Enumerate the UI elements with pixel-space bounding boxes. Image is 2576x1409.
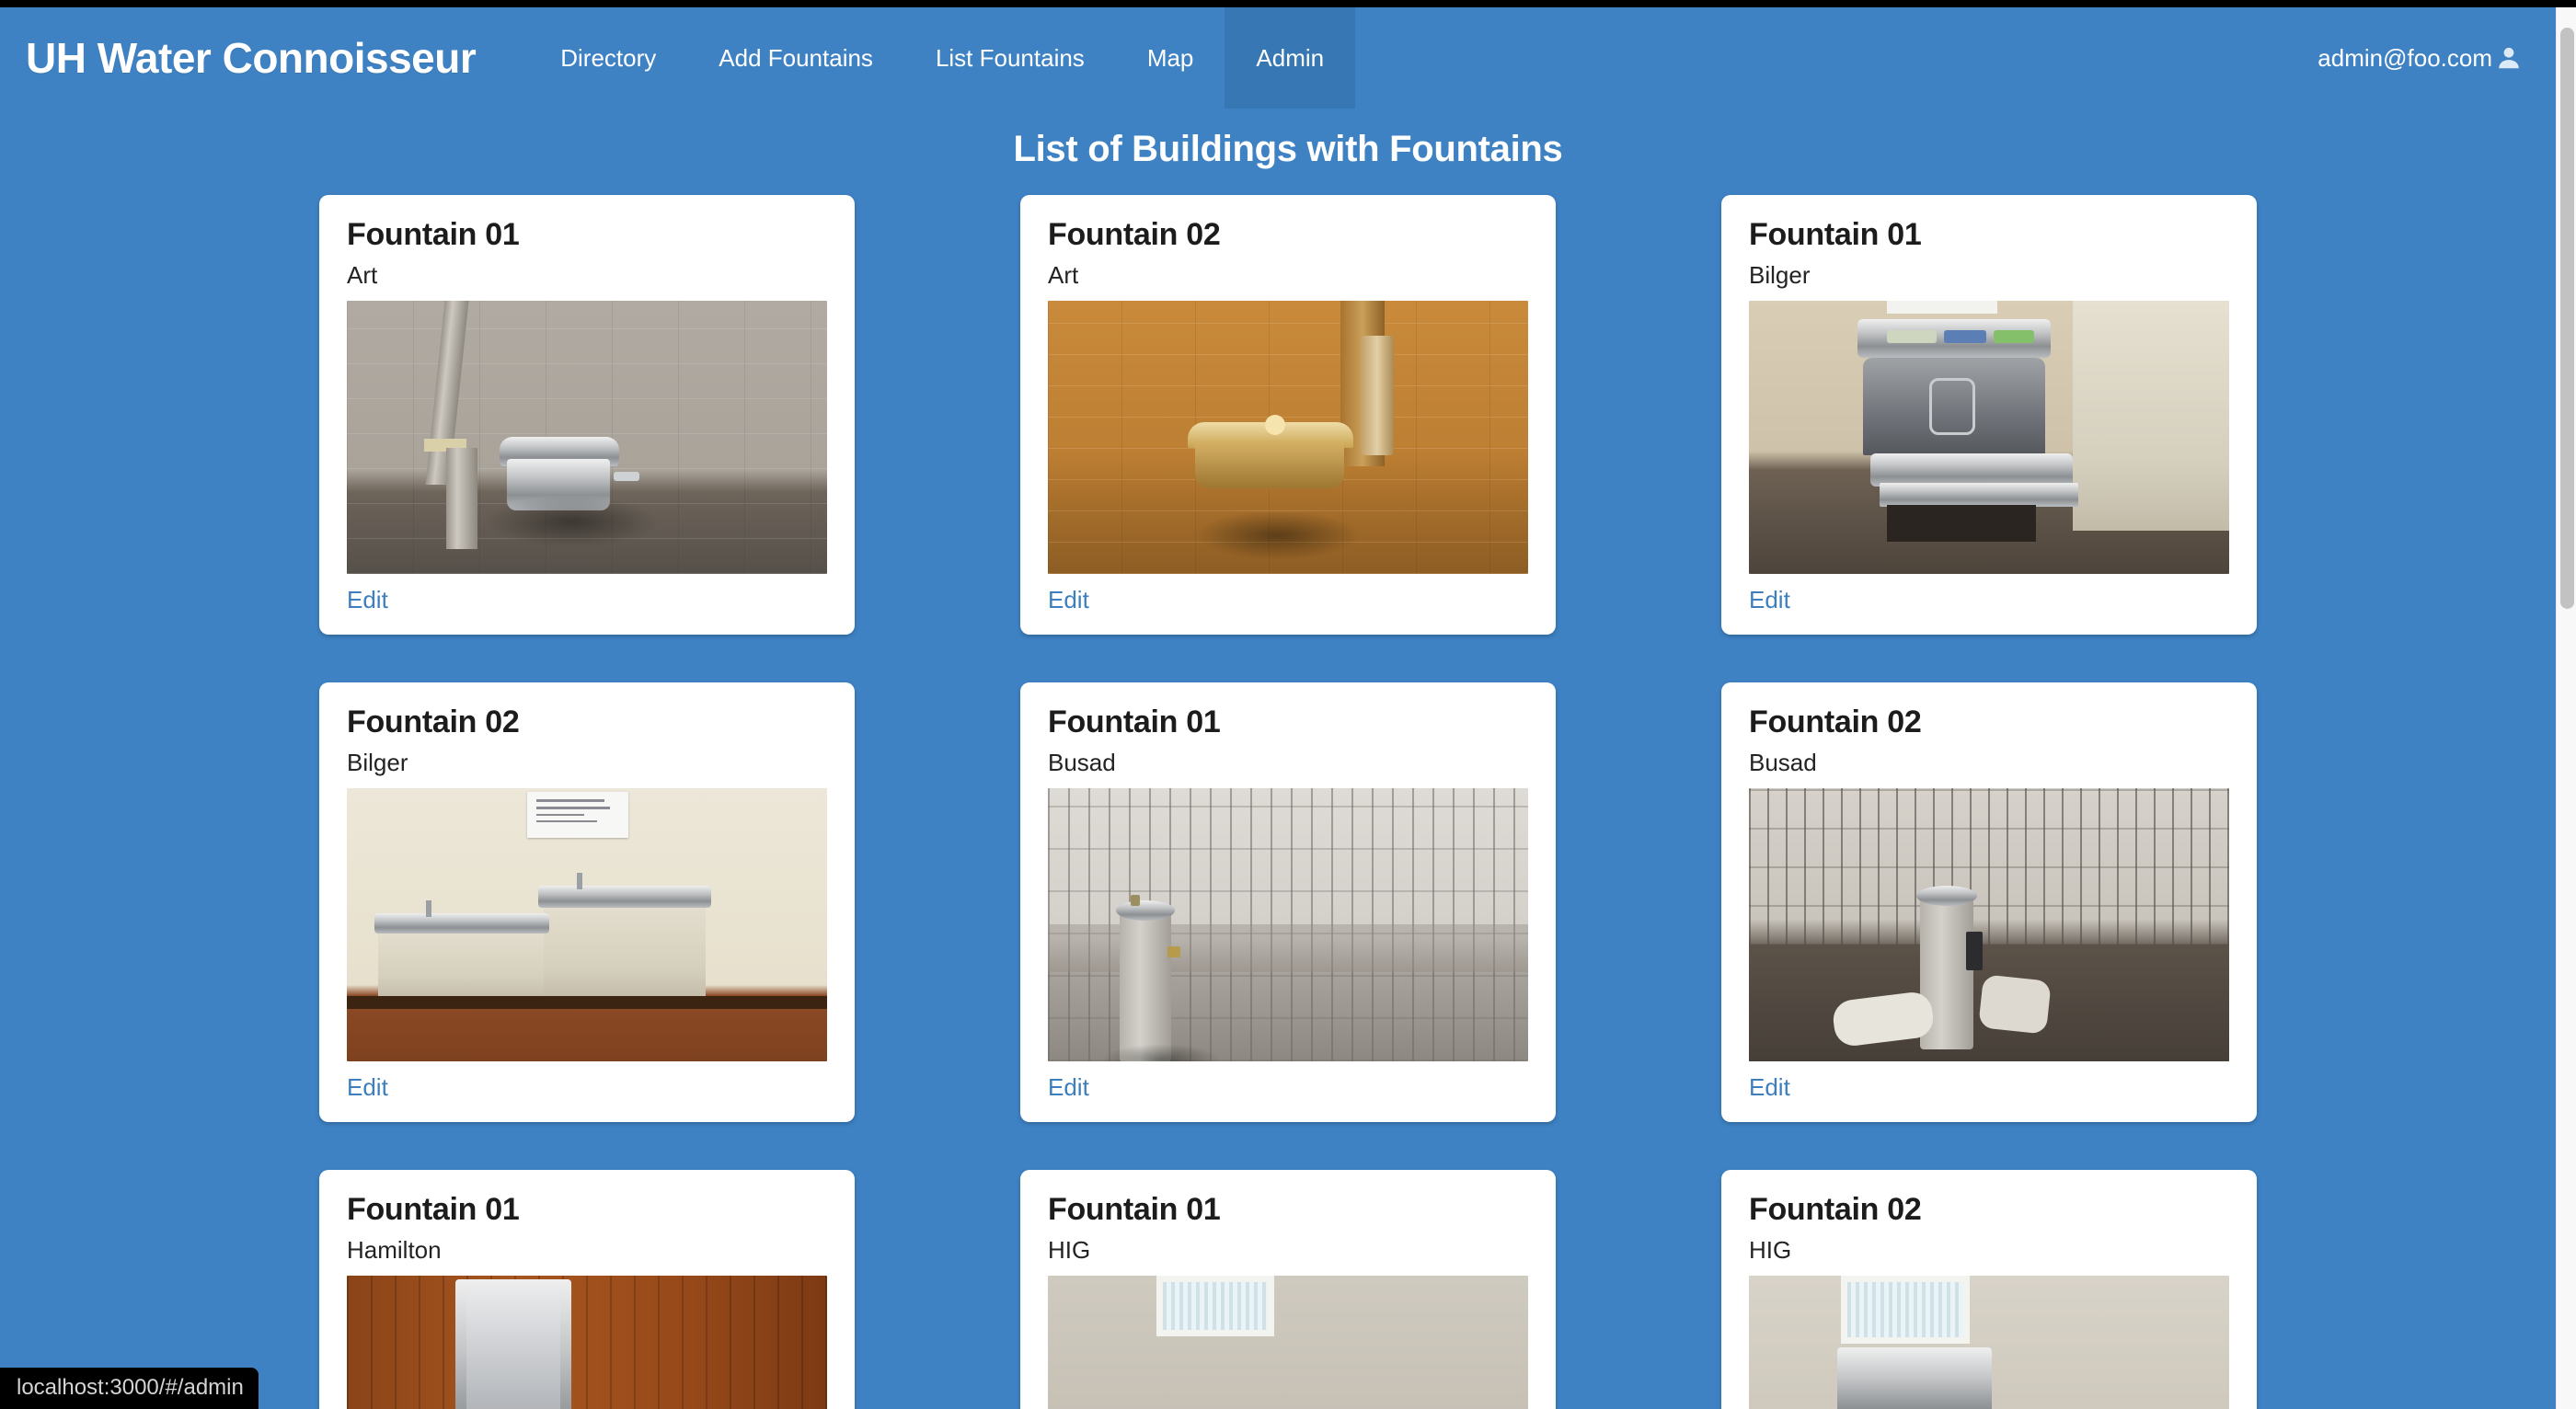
card-title: Fountain 02: [347, 704, 520, 739]
fountain-photo: [347, 1276, 827, 1409]
fountain-card[interactable]: Fountain 02 Art Edit: [1020, 195, 1556, 635]
card-building: Art: [347, 261, 378, 290]
edit-link[interactable]: Edit: [1048, 586, 1089, 614]
nav-link-add-fountains[interactable]: Add Fountains: [687, 7, 904, 109]
card-title: Fountain 01: [1048, 704, 1221, 739]
edit-link[interactable]: Edit: [1048, 1073, 1089, 1102]
fountain-card-grid: Fountain 01 Art Edit Fountain 02 Art Edi…: [285, 170, 2291, 1409]
fountain-photo: [1749, 1276, 2229, 1409]
app-brand[interactable]: UH Water Connoisseur: [0, 7, 494, 109]
card-title: Fountain 01: [347, 217, 520, 252]
card-building: HIG: [1749, 1236, 1792, 1265]
user-menu[interactable]: admin@foo.com: [2317, 7, 2556, 109]
card-building: Hamilton: [347, 1236, 442, 1265]
fountain-card[interactable]: Fountain 01 Hamilton Edit: [319, 1170, 855, 1409]
edit-link[interactable]: Edit: [1749, 1073, 1790, 1102]
card-title: Fountain 01: [1749, 217, 1922, 252]
fountain-photo: [347, 788, 827, 1062]
edit-link[interactable]: Edit: [347, 586, 388, 614]
edit-link[interactable]: Edit: [1749, 586, 1790, 614]
fountain-card[interactable]: Fountain 01 Busad Edit: [1020, 682, 1556, 1122]
card-title: Fountain 01: [1048, 1192, 1221, 1227]
card-building: Art: [1048, 261, 1079, 290]
fountain-card[interactable]: Fountain 02 HIG Edit: [1721, 1170, 2257, 1409]
card-title: Fountain 01: [347, 1192, 520, 1227]
nav-link-map[interactable]: Map: [1116, 7, 1225, 109]
user-email-label: admin@foo.com: [2317, 43, 2492, 72]
fountain-photo: [1048, 788, 1528, 1062]
nav-link-directory[interactable]: Directory: [529, 7, 687, 109]
card-title: Fountain 02: [1749, 1192, 1922, 1227]
fountain-card[interactable]: Fountain 02 Busad Edit: [1721, 682, 2257, 1122]
fountain-photo: [1749, 788, 2229, 1062]
page-scrollbar-thumb[interactable]: [2560, 28, 2574, 609]
card-building: HIG: [1048, 1236, 1091, 1265]
nav-link-list-fountains[interactable]: List Fountains: [904, 7, 1116, 109]
nav-links: Directory Add Fountains List Fountains M…: [529, 7, 1356, 109]
person-icon: [2499, 47, 2519, 69]
card-building: Busad: [1749, 749, 1817, 777]
fountain-photo: [1048, 1276, 1528, 1409]
fountain-photo: [1048, 301, 1528, 575]
fountain-card[interactable]: Fountain 01 HIG Edit: [1020, 1170, 1556, 1409]
fountain-card[interactable]: Fountain 02 Bilger Edit: [319, 682, 855, 1122]
fountain-photo: [347, 301, 827, 575]
page-title: List of Buildings with Fountains: [1013, 129, 1563, 169]
edit-link[interactable]: Edit: [347, 1073, 388, 1102]
browser-window: UH Water Connoisseur Directory Add Fount…: [0, 0, 2576, 1409]
fountain-card[interactable]: Fountain 01 Bilger Edit: [1721, 195, 2257, 635]
top-navbar: UH Water Connoisseur Directory Add Fount…: [0, 7, 2556, 109]
page-scrollbar-track[interactable]: [2556, 7, 2576, 1409]
status-bar-url: localhost:3000/#/admin: [0, 1368, 259, 1409]
fountain-card[interactable]: Fountain 01 Art Edit: [319, 195, 855, 635]
page-viewport: UH Water Connoisseur Directory Add Fount…: [0, 7, 2576, 1409]
fountain-photo: [1749, 301, 2229, 575]
nav-link-admin[interactable]: Admin: [1225, 7, 1356, 109]
card-title: Fountain 02: [1749, 704, 1922, 739]
card-building: Bilger: [347, 749, 408, 777]
card-building: Busad: [1048, 749, 1116, 777]
card-building: Bilger: [1749, 261, 1811, 290]
card-title: Fountain 02: [1048, 217, 1221, 252]
